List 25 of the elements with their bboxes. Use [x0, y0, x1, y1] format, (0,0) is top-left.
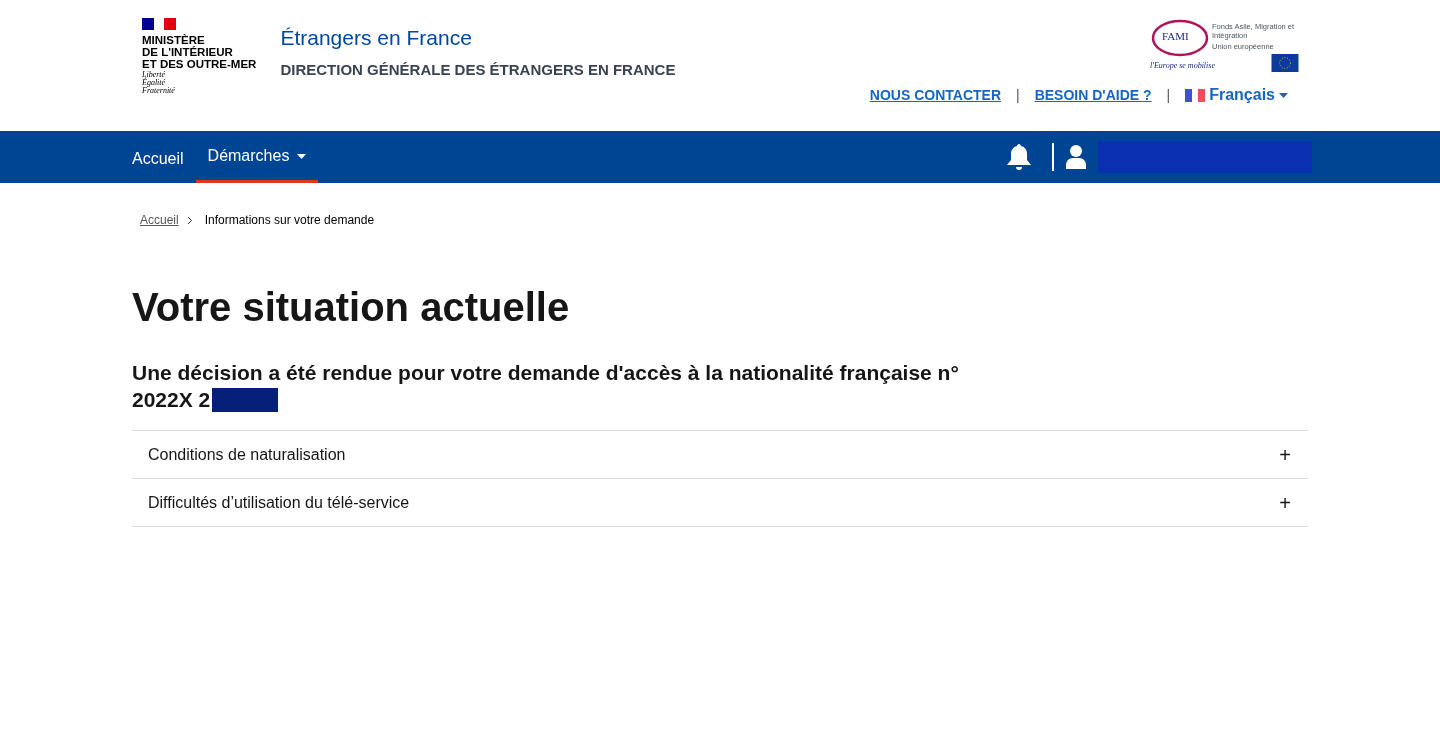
- caret-icon: [1279, 92, 1288, 98]
- header-link[interactable]: NOUS CONTACTER: [869, 84, 1001, 106]
- accordion-header[interactable]: Difficultés d’utilisation du télé-service +: [132, 479, 1308, 526]
- header-link[interactable]: BESOIN D'AIDE ?: [1034, 84, 1152, 106]
- nav-tab[interactable]: Démarches: [195, 131, 319, 183]
- ministry-name: MINISTÈRE DE L'INTÉRIEUR ET DES OUTRE-MER: [142, 34, 257, 70]
- flag-logo-icon: [142, 18, 176, 30]
- bell-icon[interactable]: [1006, 143, 1032, 171]
- breadcrumb-link[interactable]: Accueil: [140, 211, 179, 229]
- breadcrumb-current: Informations sur votre demande: [204, 212, 375, 229]
- site-title: Étrangers en France: [280, 25, 473, 51]
- site-subtitle: DIRECTION GÉNÉRALE DES ÉTRANGERS EN FRANCE: [280, 59, 676, 80]
- chevron-icon: [186, 215, 193, 225]
- user-icon[interactable]: [1066, 145, 1086, 169]
- page-title: Votre situation actuelle: [132, 284, 571, 331]
- nav-tab[interactable]: Accueil: [132, 131, 196, 183]
- french-flag-icon: [1185, 88, 1206, 102]
- language-selector[interactable]: Français: [1185, 83, 1288, 107]
- link-separator: |: [1166, 85, 1171, 105]
- link-separator: |: [1016, 85, 1020, 105]
- decision-subtitle: Une décision a été rendue pour votre demande d'accès à la nationalité française n°: [132, 360, 960, 386]
- decision-subtitle: 2022X 2: [132, 387, 211, 413]
- redacted-number: [212, 387, 279, 412]
- accordion-header[interactable]: Conditions de naturalisation +: [132, 431, 1308, 478]
- republic-motto: Liberté Égalité Fraternité: [142, 71, 176, 95]
